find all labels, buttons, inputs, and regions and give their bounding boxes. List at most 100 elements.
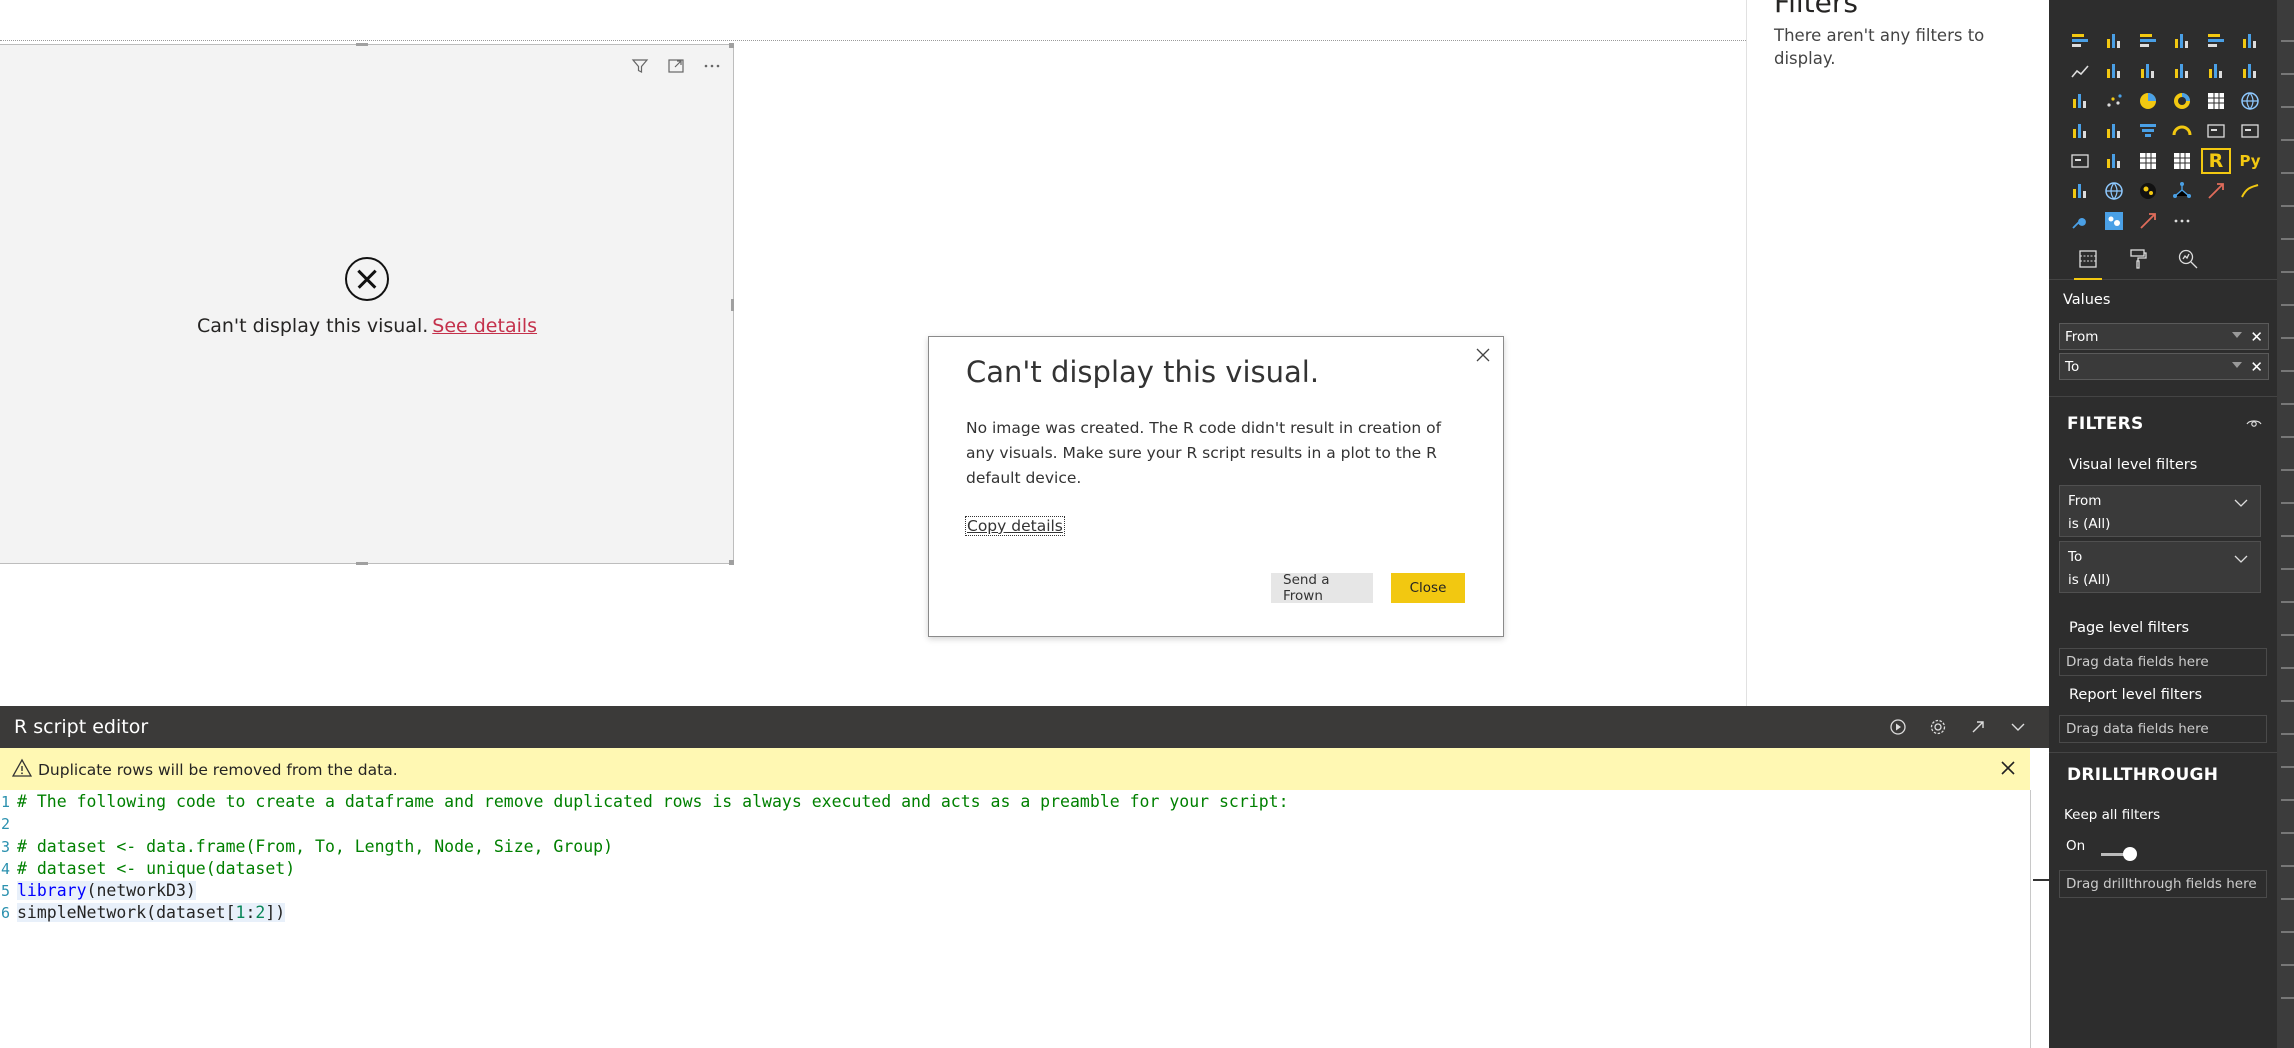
warning-text: Duplicate rows will be removed from the … <box>38 761 398 779</box>
values-well-from[interactable]: From ✕ <box>2059 323 2269 350</box>
analytics-magnifier-icon[interactable] <box>2171 242 2205 276</box>
custom-visual-1-icon[interactable] <box>2063 206 2097 236</box>
code-text: library(networkD3) <box>17 881 196 900</box>
values-well-to[interactable]: To ✕ <box>2059 353 2269 380</box>
settings-icon[interactable] <box>1925 714 1951 740</box>
card-icon[interactable] <box>2199 116 2233 146</box>
r-visual-container[interactable]: Can't display this visual. See details <box>0 43 734 565</box>
close-button[interactable]: Close <box>1391 573 1465 603</box>
resize-handle-corner-tr[interactable] <box>729 43 734 48</box>
report-canvas[interactable]: Can't display this visual. See details Ca… <box>0 0 1746 706</box>
matrix-icon[interactable] <box>2165 146 2199 176</box>
see-details-link[interactable]: See details <box>432 315 537 337</box>
line-clustered-column-icon[interactable] <box>2199 56 2233 86</box>
line-chart-icon[interactable] <box>2063 56 2097 86</box>
filled-map-icon[interactable] <box>2063 116 2097 146</box>
donut-icon[interactable] <box>2165 86 2199 116</box>
field-list-marker <box>2281 40 2294 42</box>
more-icon[interactable] <box>2165 206 2199 236</box>
fields-pane-collapsed[interactable] <box>2277 0 2294 1048</box>
run-script-icon[interactable] <box>1885 714 1911 740</box>
field-list-marker <box>2281 700 2294 702</box>
funnel-icon[interactable] <box>2131 116 2165 146</box>
globe-icon[interactable] <box>2097 176 2131 206</box>
clustered-bar-icon[interactable] <box>2131 26 2165 56</box>
map-icon[interactable] <box>2233 86 2267 116</box>
arcgis-icon[interactable] <box>2233 176 2267 206</box>
table-icon[interactable] <box>2131 146 2165 176</box>
close-icon[interactable] <box>1471 343 1495 367</box>
r-visual-icon[interactable]: R <box>2199 146 2233 176</box>
scatter-icon[interactable] <box>2097 86 2131 116</box>
field-list-marker <box>2281 535 2294 537</box>
100-column-icon[interactable] <box>2233 26 2267 56</box>
python-visual-icon[interactable]: Py <box>2233 146 2267 176</box>
shape-map-icon[interactable] <box>2097 116 2131 146</box>
format-paint-roller-icon[interactable] <box>2121 242 2155 276</box>
treemap-icon[interactable] <box>2199 86 2233 116</box>
fields-tab-icon[interactable] <box>2071 242 2105 280</box>
code-call: simpleNetwork(dataset[ <box>17 903 236 922</box>
custom-visual-3-icon[interactable] <box>2131 206 2165 236</box>
resize-handle-right[interactable] <box>731 299 734 311</box>
remove-field-icon[interactable]: ✕ <box>2250 358 2263 376</box>
stacked-column-icon[interactable] <box>2097 26 2131 56</box>
copy-details-link[interactable]: Copy details <box>965 516 1065 536</box>
line-number: 5 <box>0 882 10 900</box>
pie-icon[interactable] <box>2131 86 2165 116</box>
resize-handle-corner-br[interactable] <box>729 560 734 565</box>
clustered-column-icon[interactable] <box>2165 26 2199 56</box>
key-influencers-icon[interactable] <box>2063 176 2097 206</box>
custom-visual-2-icon[interactable] <box>2097 206 2131 236</box>
gauge-icon[interactable] <box>2165 116 2199 146</box>
resize-handle-top[interactable] <box>356 43 368 46</box>
field-list-marker <box>2281 370 2294 372</box>
kpi-icon[interactable] <box>2063 146 2097 176</box>
code-operator: : <box>245 903 256 922</box>
remove-field-icon[interactable]: ✕ <box>2250 328 2263 346</box>
bubble-icon[interactable] <box>2131 176 2165 206</box>
line-column-icon[interactable] <box>2165 56 2199 86</box>
resize-handle-bottom[interactable] <box>356 562 368 565</box>
slicer-icon[interactable] <box>2097 146 2131 176</box>
filter-field: To <box>2068 549 2083 565</box>
values-label: Values <box>2063 292 2111 308</box>
eye-icon[interactable] <box>2245 414 2263 436</box>
field-list-marker <box>2281 898 2294 900</box>
ribbon-chart-icon[interactable] <box>2233 56 2267 86</box>
code-line: 4 # dataset <- unique(dataset) <box>0 859 295 881</box>
field-list-marker <box>2281 832 2294 834</box>
focus-mode-icon[interactable] <box>661 51 691 81</box>
send-frown-button[interactable]: Send a Frown <box>1271 572 1373 604</box>
well-field-label: To <box>2065 359 2080 375</box>
area-chart-icon[interactable] <box>2097 56 2131 86</box>
dropdown-arrow-icon[interactable] <box>2232 332 2242 338</box>
dismiss-warning-icon[interactable] <box>1998 758 2018 782</box>
visual-type-gallery: R Py <box>2063 26 2267 236</box>
keep-filters-toggle[interactable] <box>2101 844 2137 864</box>
page-filters-drop-zone[interactable]: Drag data fields here <box>2059 648 2267 676</box>
field-list-marker <box>2281 73 2294 75</box>
waterfall-icon[interactable] <box>2063 86 2097 116</box>
code-editor[interactable]: 1 # The following code to create a datafr… <box>0 790 2030 1048</box>
toggle-state-label: On <box>2066 838 2086 854</box>
100-bar-icon[interactable] <box>2199 26 2233 56</box>
stacked-bar-icon[interactable] <box>2063 26 2097 56</box>
filter-icon[interactable] <box>625 51 655 81</box>
filter-card-to[interactable]: To is (All) <box>2059 541 2261 593</box>
open-external-icon[interactable] <box>1965 714 1991 740</box>
splitter-marker[interactable] <box>2033 879 2049 881</box>
dropdown-arrow-icon[interactable] <box>2232 362 2242 368</box>
arrow-icon[interactable] <box>2199 176 2233 206</box>
report-filters-drop-zone[interactable]: Drag data fields here <box>2059 715 2267 743</box>
network-icon[interactable] <box>2165 176 2199 206</box>
multirow-card-icon[interactable] <box>2233 116 2267 146</box>
collapse-chevron-icon[interactable] <box>2005 714 2031 740</box>
more-options-icon[interactable] <box>697 51 727 81</box>
drillthrough-drop-zone[interactable]: Drag drillthrough fields here <box>2059 870 2267 898</box>
chevron-down-icon[interactable] <box>2234 552 2248 568</box>
stacked-area-icon[interactable] <box>2131 56 2165 86</box>
visualizations-pane: R Py Values From ✕ To ✕ FILTERS Visual le… <box>2049 0 2277 1048</box>
filter-card-from[interactable]: From is (All) <box>2059 485 2261 537</box>
chevron-down-icon[interactable] <box>2234 496 2248 512</box>
